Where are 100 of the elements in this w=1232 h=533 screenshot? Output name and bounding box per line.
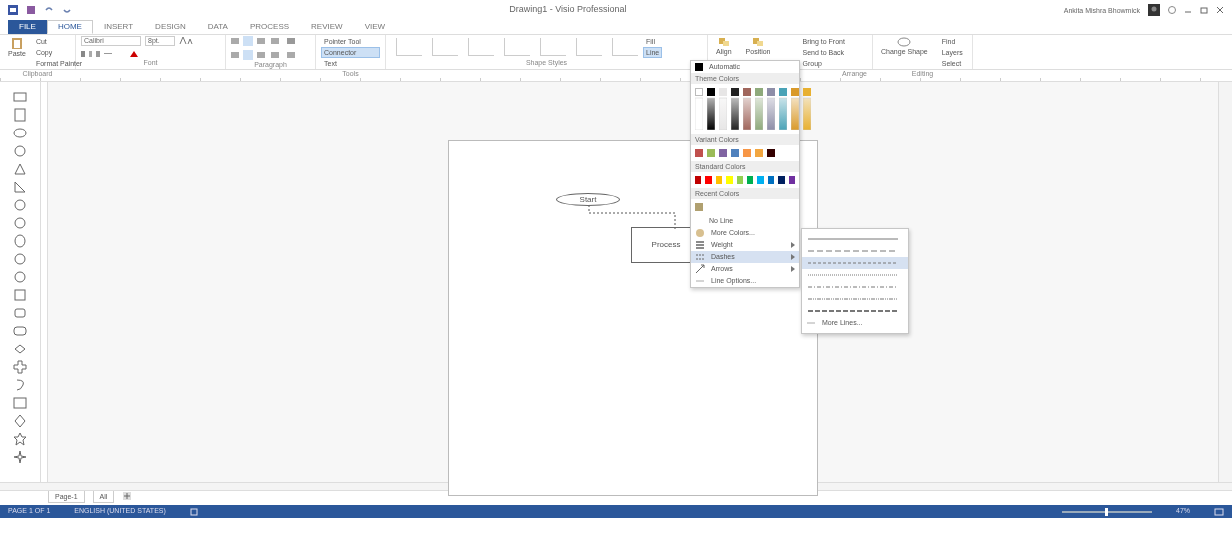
shade-swatches[interactable] <box>755 96 763 130</box>
color-swatch[interactable] <box>715 176 723 184</box>
color-swatch[interactable] <box>705 176 712 184</box>
color-swatch[interactable] <box>726 176 733 184</box>
color-swatch[interactable] <box>707 149 715 157</box>
shapes-icon <box>752 37 765 47</box>
color-swatch[interactable] <box>747 176 754 184</box>
dash-line-icon <box>808 237 898 241</box>
color-swatch[interactable] <box>788 176 796 184</box>
shade-swatches[interactable] <box>779 96 787 130</box>
ellipse-icon[interactable] <box>13 234 27 248</box>
macro-icon[interactable] <box>189 507 198 516</box>
color-swatch[interactable] <box>695 203 703 211</box>
dash-line-icon <box>808 273 898 277</box>
color-swatch[interactable] <box>757 176 764 184</box>
save-icon[interactable] <box>26 5 36 15</box>
shade-swatches[interactable] <box>695 96 703 130</box>
shade-swatches[interactable] <box>791 96 799 130</box>
ribbon-tab[interactable]: VIEW <box>353 20 397 34</box>
shade-swatches[interactable] <box>767 96 775 130</box>
clipboard-icon <box>10 37 23 49</box>
rounded-rectangle-icon[interactable] <box>13 306 27 320</box>
ribbon-tab[interactable]: INSERT <box>92 20 145 34</box>
ribbon-tab[interactable]: DATA <box>196 20 239 34</box>
grow-font-icon[interactable] <box>179 36 195 45</box>
circle-icon[interactable] <box>13 270 27 284</box>
horizontal-scrollbar[interactable] <box>0 482 1232 491</box>
style-thumbnail[interactable] <box>432 38 458 56</box>
color-swatch[interactable] <box>695 149 703 157</box>
circle-icon[interactable] <box>13 252 27 266</box>
help-icon[interactable] <box>1168 6 1176 14</box>
shapes-outline-icon <box>897 37 912 47</box>
rectangle-icon[interactable] <box>13 108 27 122</box>
add-page-icon[interactable] <box>122 491 133 501</box>
style-thumbnail[interactable] <box>612 38 638 56</box>
shade-swatches[interactable] <box>707 96 715 130</box>
visio-logo-icon <box>8 5 18 15</box>
color-swatch[interactable] <box>736 176 744 184</box>
color-swatch[interactable] <box>719 149 727 157</box>
star-icon[interactable] <box>13 432 27 446</box>
color-swatch[interactable] <box>778 176 785 184</box>
ribbon-tab[interactable]: DESIGN <box>144 20 197 34</box>
shade-swatches[interactable] <box>803 96 811 130</box>
diamond-icon[interactable] <box>13 414 27 428</box>
color-swatch <box>695 63 703 71</box>
dash-line-icon <box>808 261 898 265</box>
window-title: Drawing1 - Visio Professional <box>509 3 627 17</box>
ribbon-tab[interactable]: HOME <box>46 20 93 34</box>
circle-icon[interactable] <box>13 144 27 158</box>
color-swatch[interactable] <box>803 88 811 96</box>
color-swatch[interactable] <box>743 88 751 96</box>
color-swatch[interactable] <box>767 149 775 157</box>
rounded-rectangle-icon[interactable] <box>13 324 27 338</box>
palette-icon <box>695 228 705 238</box>
triangle-icon[interactable] <box>13 162 27 176</box>
style-thumbnail[interactable] <box>540 38 566 56</box>
shade-swatches[interactable] <box>743 96 751 130</box>
file-tab[interactable]: FILE <box>8 20 47 34</box>
color-swatch[interactable] <box>755 88 763 96</box>
color-swatch[interactable] <box>743 149 751 157</box>
user-avatar-icon[interactable] <box>1148 4 1160 16</box>
color-swatch[interactable] <box>779 88 787 96</box>
color-swatch[interactable] <box>791 88 799 96</box>
circle-icon[interactable] <box>13 198 27 212</box>
close-icon[interactable] <box>1216 6 1224 14</box>
dash-line-icon <box>808 309 898 313</box>
style-thumbnail[interactable] <box>468 38 494 56</box>
circle-icon[interactable] <box>13 216 27 230</box>
shade-swatches[interactable] <box>719 96 727 130</box>
rectangle-icon[interactable] <box>13 396 27 410</box>
restore-icon[interactable] <box>1200 6 1208 14</box>
shade-swatches[interactable] <box>731 96 739 130</box>
color-swatch[interactable] <box>707 88 715 96</box>
color-swatch[interactable] <box>695 176 702 184</box>
diamond-icon[interactable] <box>13 342 27 356</box>
zoom-slider-thumb[interactable] <box>1105 507 1109 516</box>
color-swatch[interactable] <box>695 88 703 96</box>
right-triangle-icon[interactable] <box>13 180 27 194</box>
fit-page-icon[interactable] <box>1214 507 1224 516</box>
color-swatch[interactable] <box>731 88 739 96</box>
ellipse-icon[interactable] <box>13 126 27 140</box>
vertical-scrollbar[interactable] <box>1218 82 1232 482</box>
color-swatch[interactable] <box>731 149 739 157</box>
cross-icon[interactable] <box>13 360 27 374</box>
zoom-slider[interactable] <box>1062 510 1152 513</box>
rectangle-icon[interactable] <box>13 90 27 104</box>
ribbon-tab[interactable]: PROCESS <box>238 20 301 34</box>
style-thumbnail[interactable] <box>396 38 422 56</box>
style-thumbnail[interactable] <box>504 38 530 56</box>
color-swatch[interactable] <box>767 176 775 184</box>
dash-line-icon <box>808 249 898 253</box>
star-icon[interactable] <box>13 450 27 464</box>
shapes-icon <box>717 37 730 47</box>
ribbon-tab[interactable]: REVIEW <box>300 20 354 34</box>
color-swatch[interactable] <box>767 88 775 96</box>
square-icon[interactable] <box>13 288 27 302</box>
color-swatch[interactable] <box>755 149 763 157</box>
color-swatch[interactable] <box>719 88 727 96</box>
style-thumbnail[interactable] <box>576 38 602 56</box>
arrows-icon <box>695 264 705 274</box>
